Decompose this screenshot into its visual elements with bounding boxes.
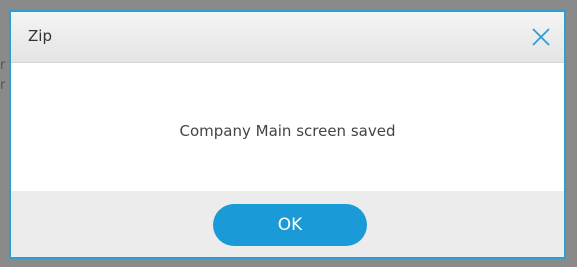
dialog-title: Zip (28, 27, 52, 45)
backdrop-text-fragment: r (0, 58, 6, 73)
zip-dialog: Zip Company Main screen saved OK (9, 10, 566, 259)
close-icon[interactable] (530, 26, 552, 48)
ok-button[interactable]: OK (213, 204, 367, 246)
dialog-body: Company Main screen saved (11, 63, 564, 193)
dialog-message: Company Main screen saved (179, 122, 396, 140)
backdrop-text-fragment: r (0, 78, 6, 93)
dialog-titlebar: Zip (11, 12, 564, 63)
dialog-footer: OK (11, 191, 564, 257)
